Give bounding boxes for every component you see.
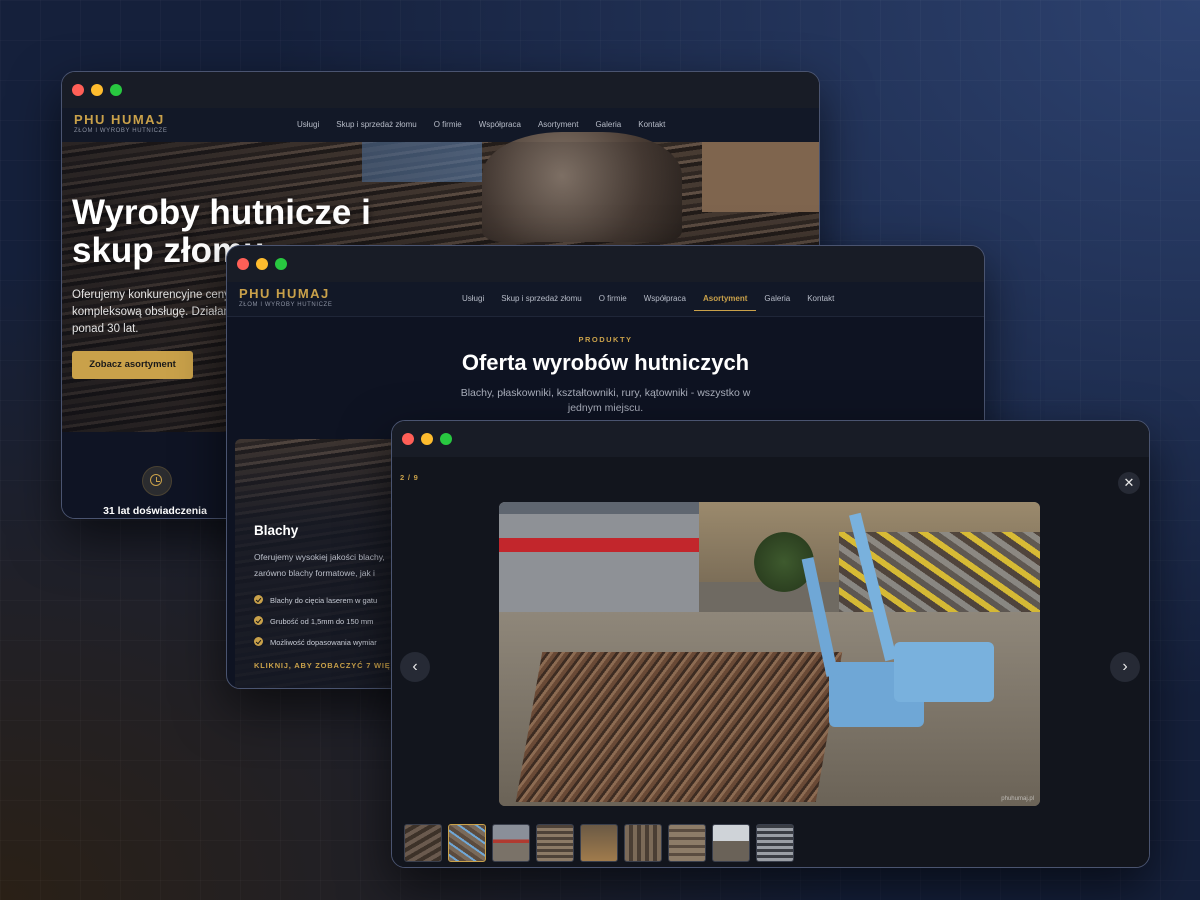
maximize-window-dot[interactable] [275,258,287,270]
close-window-dot[interactable] [237,258,249,270]
card-bullet: Możliwość dopasowania wymiar [254,637,377,647]
main-menu: Usługi Skup i sprzedaż złomu O firmie Ws… [462,282,834,316]
thumbnail-6[interactable] [624,824,662,862]
close-icon[interactable]: ✕ [1118,472,1140,494]
thumbnail-9[interactable] [756,824,794,862]
image-excavator-2 [894,642,994,702]
menu-item-wspolpraca[interactable]: Współpraca [644,282,686,316]
lightbox-main-image: phuhumaj.pl [499,502,1040,806]
thumbnail-1[interactable] [404,824,442,862]
minimize-window-dot[interactable] [91,84,103,96]
maximize-window-dot[interactable] [110,84,122,96]
image-counter: 2 / 9 [400,473,419,482]
thumbnail-5[interactable] [580,824,618,862]
window-gallery-lightbox: 2 / 9 ✕ phuhumaj.pl ‹ › [391,420,1150,868]
card-bullet: Grubość od 1,5mm do 150 mm [254,616,377,626]
menu-item-uslugi[interactable]: Usługi [297,108,319,142]
thumbnail-3[interactable] [492,824,530,862]
thumbnail-7[interactable] [668,824,706,862]
stat-label: 31 lat doświadczenia [103,505,207,517]
site-nav: PHU HUMAJ ZŁOM I WYROBY HUTNICZE Usługi … [62,108,819,143]
products-subtitle: Blachy, płaskowniki, kształtowniki, rury… [460,387,751,414]
site-nav: PHU HUMAJ ZŁOM I WYROBY HUTNICZE Usługi … [227,282,984,317]
menu-item-o-firmie[interactable]: O firmie [599,282,627,316]
card-title: Blachy [254,523,299,538]
image-hall-stripe [499,538,699,552]
thumbnail-2-active[interactable] [448,824,486,862]
maximize-window-dot[interactable] [440,433,452,445]
logo-sub: ZŁOM I WYROBY HUTNICZE [74,128,168,134]
minimize-window-dot[interactable] [256,258,268,270]
menu-item-skup[interactable]: Skup i sprzedaż złomu [501,282,581,316]
thumbnail-strip [404,824,794,862]
window-titlebar [392,421,1149,457]
card-desc: Oferujemy wysokiej jakości blachy, zarów… [254,552,385,578]
image-watermark: phuhumaj.pl [1001,796,1034,802]
menu-item-wspolpraca[interactable]: Współpraca [479,108,521,142]
menu-item-o-firmie[interactable]: O firmie [434,108,462,142]
card-bullet: Blachy do cięcia laserem w gatu [254,595,377,605]
logo-sub: ZŁOM I WYROBY HUTNICZE [239,302,333,308]
thumbnail-8[interactable] [712,824,750,862]
menu-item-kontakt[interactable]: Kontakt [638,108,665,142]
logo-main: PHU HUMAJ [74,112,165,127]
window-titlebar [227,246,984,282]
chevron-left-icon[interactable]: ‹ [400,652,430,682]
menu-item-uslugi[interactable]: Usługi [462,282,484,316]
products-eyebrow: PRODUKTY [578,335,633,344]
card-more-link[interactable]: KLIKNIJ, ABY ZOBACZYĆ 7 WIĘCEJ [254,661,408,670]
thumbnail-4[interactable] [536,824,574,862]
window-titlebar [62,72,819,108]
menu-item-skup[interactable]: Skup i sprzedaż złomu [336,108,416,142]
image-steel-stacks [515,652,843,802]
minimize-window-dot[interactable] [421,433,433,445]
image-hall-roof [499,502,699,514]
products-title: Oferta wyrobów hutniczych [461,350,750,375]
close-window-dot[interactable] [402,433,414,445]
card-bullets: Blachy do cięcia laserem w gatu Grubość … [254,595,377,659]
site-logo[interactable]: PHU HUMAJ ZŁOM I WYROBY HUTNICZE [239,286,332,308]
site-logo[interactable]: PHU HUMAJ ZŁOM I WYROBY HUTNICZE [74,112,167,134]
clock-icon [142,466,172,496]
menu-item-asortyment[interactable]: Asortyment [693,282,757,316]
close-window-dot[interactable] [72,84,84,96]
logo-main: PHU HUMAJ [239,286,330,301]
menu-item-kontakt[interactable]: Kontakt [807,282,834,316]
chevron-right-icon[interactable]: › [1110,652,1140,682]
menu-item-galeria[interactable]: Galeria [764,282,790,316]
see-assortment-button[interactable]: Zobacz asortyment [72,351,193,379]
